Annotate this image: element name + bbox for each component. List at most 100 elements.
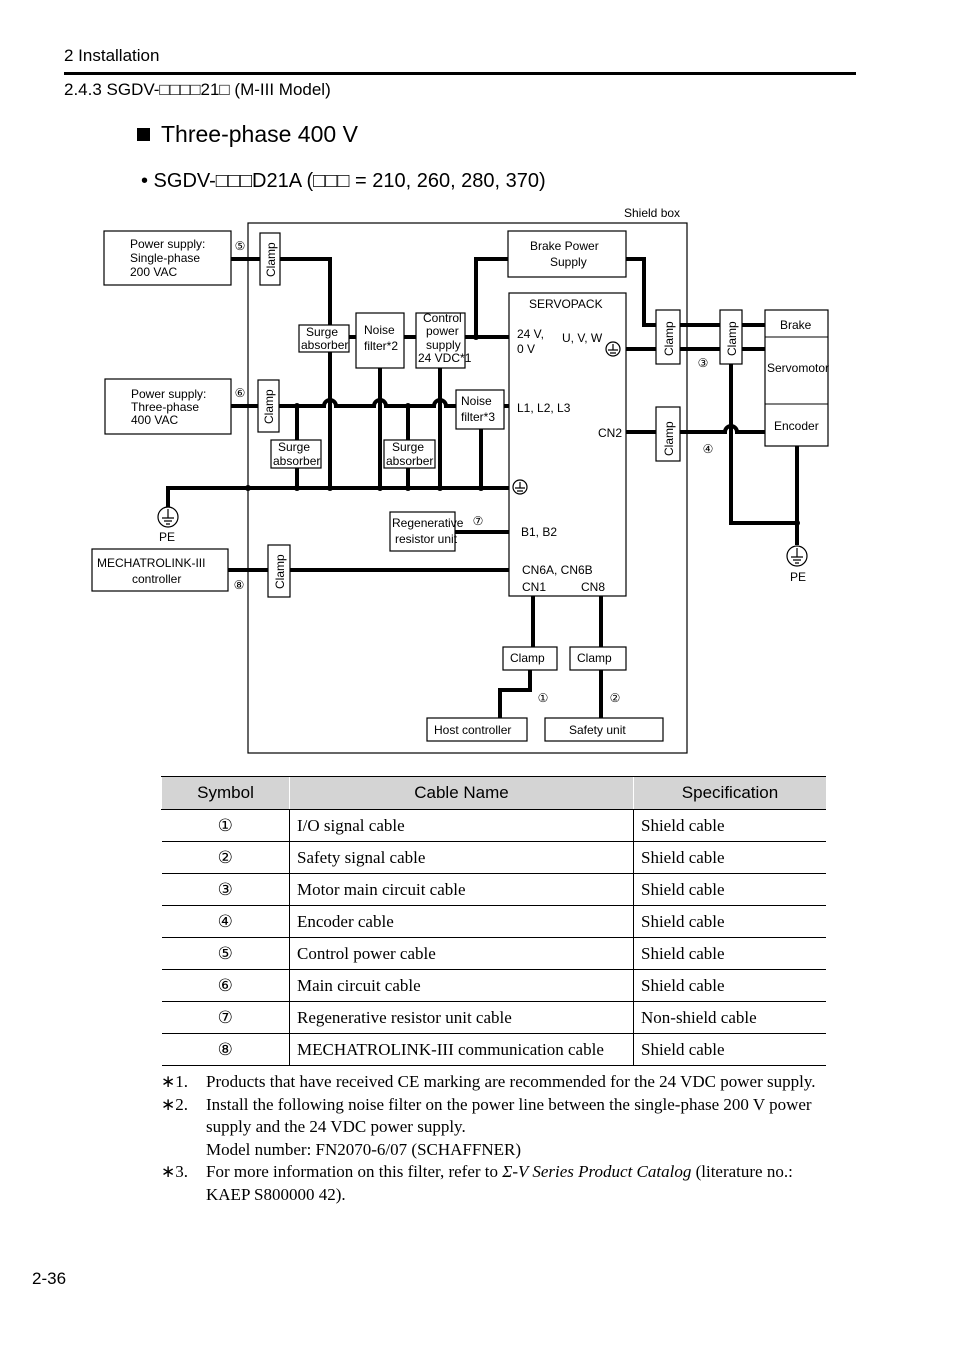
cell-nm: Motor main circuit cable xyxy=(289,873,634,906)
svg-text:Brake: Brake xyxy=(780,318,812,332)
svg-text:③: ③ xyxy=(698,356,709,370)
svg-text:Noise: Noise xyxy=(364,323,395,337)
svg-text:0 V: 0 V xyxy=(517,342,535,356)
svg-text:CN6A, CN6B: CN6A, CN6B xyxy=(522,563,593,577)
svg-text:24 V,: 24 V, xyxy=(517,327,544,341)
cell-sp: Shield cable xyxy=(633,841,826,874)
svg-text:controller: controller xyxy=(132,572,181,586)
svg-text:Single-phase: Single-phase xyxy=(130,251,200,265)
svg-text:Safety unit: Safety unit xyxy=(569,723,626,737)
wiring-diagram: Shield box Power supply:Single-phase200 … xyxy=(91,206,829,754)
footnote-text: supply and the 24 VDC power supply. xyxy=(206,1117,466,1136)
svg-text:power: power xyxy=(426,324,459,338)
svg-text:resistor unit: resistor unit xyxy=(395,532,458,546)
footnote-text: Install the following noise filter on th… xyxy=(206,1094,812,1114)
table-row: ⑦ Regenerative resistor unit cable Non-shi… xyxy=(161,1001,826,1034)
svg-text:Encoder: Encoder xyxy=(774,419,819,433)
brake-power-supply xyxy=(507,230,627,278)
svg-text:200 VAC: 200 VAC xyxy=(130,265,177,279)
table-row: ② Safety signal cable Shield cable xyxy=(161,841,826,874)
svg-text:400 VAC: 400 VAC xyxy=(131,413,178,427)
svg-text:PE: PE xyxy=(790,570,806,584)
svg-text:absorber: absorber xyxy=(273,454,320,468)
manual-page: 2 Installation 2.4.3 SGDV-□□□□21□ (M-III… xyxy=(0,0,954,1352)
svg-text:Brake Power: Brake Power xyxy=(530,239,599,253)
svg-text:B1, B2: B1, B2 xyxy=(521,525,557,539)
svg-text:CN1: CN1 xyxy=(522,580,546,594)
svg-text:24 VDC*1: 24 VDC*1 xyxy=(418,351,472,365)
svg-text:absorber: absorber xyxy=(301,338,348,352)
cell-sp: Shield cable xyxy=(633,969,826,1002)
svg-text:②: ② xyxy=(610,691,621,705)
col-symbol: Symbol xyxy=(161,776,290,810)
cell-nm: Regenerative resistor unit cable xyxy=(289,1001,634,1034)
svg-text:Servomotor: Servomotor xyxy=(767,361,829,375)
cell-sym: ⑤ xyxy=(161,937,290,970)
cell-sp: Shield cable xyxy=(633,873,826,906)
footnote-mark: ∗1. xyxy=(161,1072,188,1091)
svg-text:Surge: Surge xyxy=(278,440,310,454)
cell-sym: ③ xyxy=(161,873,290,906)
svg-text:PE: PE xyxy=(159,530,175,544)
footnote-text: For more information on this filter, ref… xyxy=(206,1162,793,1181)
cell-sym: ⑧ xyxy=(161,1033,290,1066)
cell-sp: Shield cable xyxy=(633,809,826,842)
svg-text:filter*2: filter*2 xyxy=(364,339,398,353)
table-row: ① I/O signal cable Shield cable xyxy=(161,809,826,842)
svg-text:Clamp: Clamp xyxy=(262,389,276,424)
cell-sym: ④ xyxy=(161,905,290,938)
cell-sp: Shield cable xyxy=(633,1033,826,1066)
svg-text:Clamp: Clamp xyxy=(264,242,278,277)
cell-nm: MECHATROLINK-III communication cable xyxy=(289,1033,634,1066)
svg-text:Control: Control xyxy=(423,311,462,325)
table-row: ⑤ Control power cable Shield cable xyxy=(161,937,826,970)
svg-text:Surge: Surge xyxy=(392,440,424,454)
table-row: ⑧ MECHATROLINK-III communication cable Shi… xyxy=(161,1033,826,1066)
svg-text:Clamp: Clamp xyxy=(577,651,612,665)
col-specification: Specification xyxy=(633,776,826,810)
svg-text:CN2: CN2 xyxy=(598,426,622,440)
svg-text:Clamp: Clamp xyxy=(725,321,739,356)
cell-sp: Non-shield cable xyxy=(633,1001,826,1034)
cell-nm: Encoder cable xyxy=(289,905,634,938)
cell-sp: Shield cable xyxy=(633,905,826,938)
svg-text:absorber: absorber xyxy=(386,454,433,468)
svg-text:Noise: Noise xyxy=(461,394,492,408)
svg-text:L1, L2, L3: L1, L2, L3 xyxy=(517,401,571,415)
footnote-text: Model number: FN2070-6/07 (SCHAFFNER) xyxy=(206,1139,521,1159)
cell-sp: Shield cable xyxy=(633,937,826,970)
col-cable-name: Cable Name xyxy=(289,776,634,810)
shield-box-label: Shield box xyxy=(624,206,680,220)
svg-text:supply: supply xyxy=(426,338,461,352)
svg-text:Power supply:: Power supply: xyxy=(130,237,205,251)
table-row: ⑥ Main circuit cable Shield cable xyxy=(161,969,826,1002)
svg-text:U, V, W: U, V, W xyxy=(562,331,603,345)
svg-text:Power supply:: Power supply: xyxy=(131,387,206,401)
svg-text:⑧: ⑧ xyxy=(234,578,245,592)
svg-text:Three-phase: Three-phase xyxy=(131,400,199,414)
svg-text:SERVOPACK: SERVOPACK xyxy=(529,297,603,311)
table-row: ③ Motor main circuit cable Shield cable xyxy=(161,873,826,906)
cell-sym: ⑥ xyxy=(161,969,290,1002)
footnote-mark: ∗2. xyxy=(161,1094,188,1114)
svg-text:MECHATROLINK-III: MECHATROLINK-III xyxy=(97,556,205,570)
cell-sym: ① xyxy=(161,809,290,842)
svg-text:Clamp: Clamp xyxy=(510,651,545,665)
svg-text:①: ① xyxy=(538,691,549,705)
svg-text:Clamp: Clamp xyxy=(273,554,287,589)
cable-table: Symbol Cable Name Specification ① I/O signa… xyxy=(161,776,826,1066)
cell-sym: ⑦ xyxy=(161,1001,290,1034)
svg-text:Regenerative: Regenerative xyxy=(392,516,464,530)
svg-text:Supply: Supply xyxy=(550,255,587,269)
cable-numbers: ① ② ③ ④ ⑤ ⑥ ⑦ ⑧ xyxy=(234,239,714,705)
svg-text:Surge: Surge xyxy=(306,325,338,339)
table-row: ④ Encoder cable Shield cable xyxy=(161,905,826,938)
cell-nm: Main circuit cable xyxy=(289,969,634,1002)
svg-text:CN8: CN8 xyxy=(581,580,605,594)
svg-text:⑦: ⑦ xyxy=(473,514,484,528)
svg-text:Host controller: Host controller xyxy=(434,723,511,737)
svg-text:Clamp: Clamp xyxy=(662,421,676,456)
cell-nm: Control power cable xyxy=(289,937,634,970)
svg-text:⑥: ⑥ xyxy=(235,386,246,400)
svg-text:⑤: ⑤ xyxy=(235,239,246,253)
